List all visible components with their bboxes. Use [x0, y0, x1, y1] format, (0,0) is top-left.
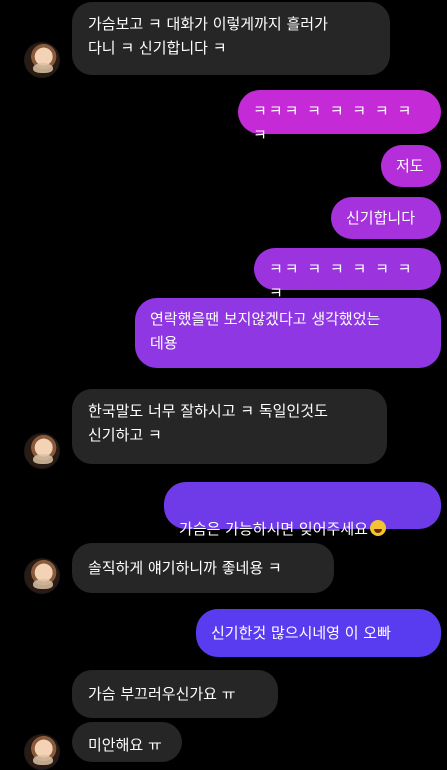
incoming-message[interactable]: 가슴 부끄러우신가요 ㅠ — [72, 670, 278, 718]
incoming-message[interactable]: 솔직하게 얘기하니까 좋네용 ㅋ — [72, 543, 334, 593]
chat-thread: 가슴보고 ㅋ 대화가 이렇게까지 흘러가 다니 ㅋ 신기합니다 ㅋ ㅋㅋㅋ ㅋ … — [0, 0, 447, 770]
outgoing-message[interactable]: ㅋㅋㅋ ㅋ ㅋ ㅋ ㅋ ㅋ ㅋ — [238, 90, 441, 144]
incoming-message[interactable]: 미안해요 ㅠ — [72, 722, 182, 762]
outgoing-message[interactable]: 신기한것 많으시네영 이 오빠 — [196, 609, 441, 657]
incoming-message[interactable]: 한국말도 너무 잘하시고 ㅋ 독일인것도 신기하고 ㅋ — [72, 389, 387, 464]
contact-avatar[interactable] — [24, 558, 60, 594]
contact-avatar[interactable] — [24, 734, 60, 770]
incoming-message[interactable]: 가슴보고 ㅋ 대화가 이렇게까지 흘러가 다니 ㅋ 신기합니다 ㅋ — [72, 2, 390, 75]
contact-avatar[interactable] — [24, 42, 60, 78]
rofl-emoji-icon — [369, 520, 386, 536]
contact-avatar[interactable] — [24, 433, 60, 469]
outgoing-message-text: 가슴은 가능하시면 잊어주세요 — [179, 520, 368, 538]
outgoing-message[interactable]: 연락했을땐 보지않겠다고 생각했었는 데용 — [135, 298, 441, 368]
outgoing-message[interactable]: 가슴은 가능하시면 잊어주세요 — [164, 482, 441, 538]
outgoing-message[interactable]: ㅋㅋ ㅋ ㅋ ㅋ ㅋ ㅋ ㅋ — [254, 248, 441, 302]
outgoing-message[interactable]: 저도 — [381, 145, 441, 187]
outgoing-message[interactable]: 신기합니다 — [331, 197, 441, 239]
